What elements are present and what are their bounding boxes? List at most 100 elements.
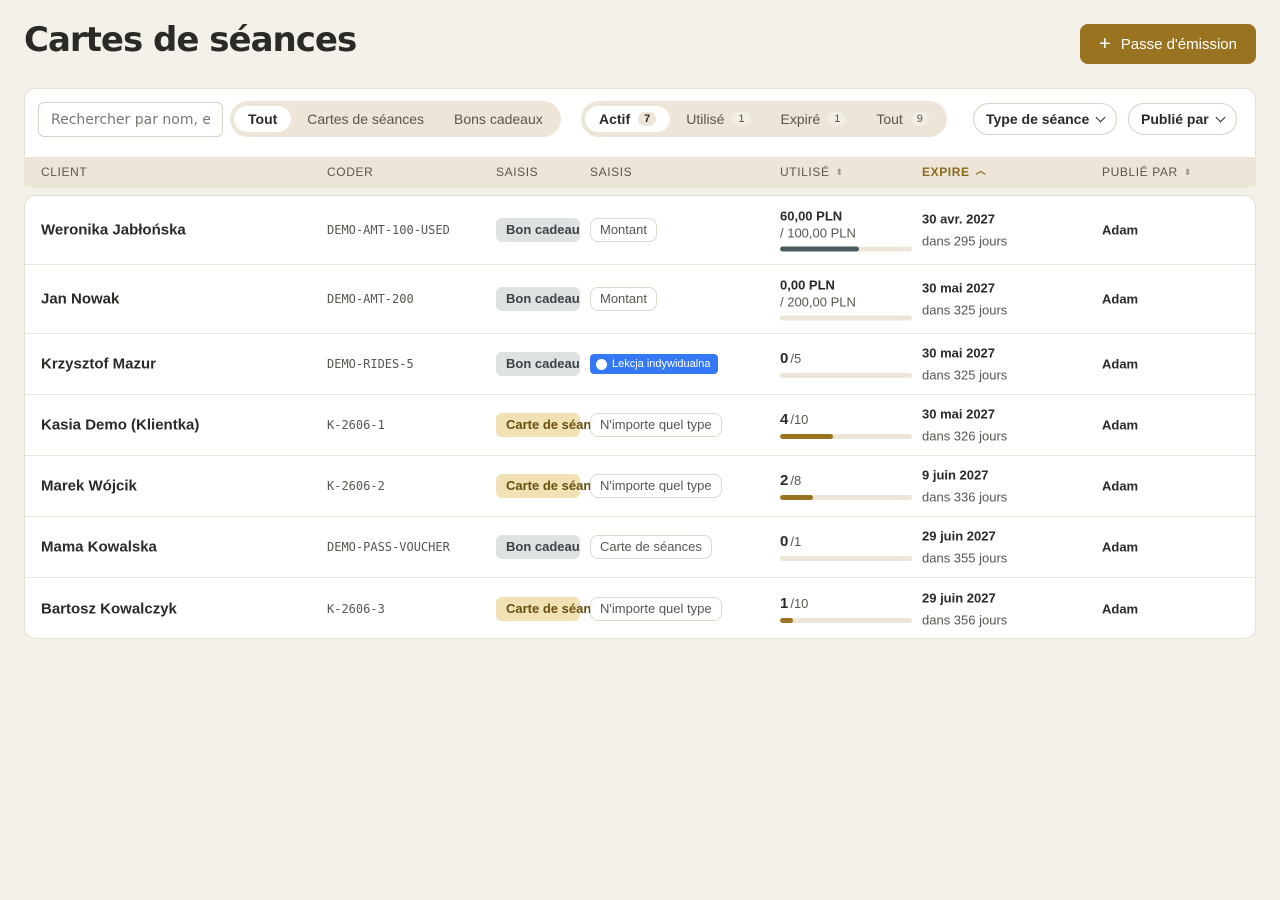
status-filter-used[interactable]: Utilisé 1 — [672, 106, 764, 132]
column-type: SAISIS — [496, 165, 538, 179]
used-of: /8 — [790, 473, 802, 488]
scope-chip: N'importe quel type — [590, 413, 722, 437]
pass-code: K-2606-2 — [327, 479, 385, 493]
pass-code: DEMO-RIDES-5 — [327, 357, 414, 371]
expiry-relative: dans 356 jours — [922, 612, 1008, 627]
type-filter-gift-vouchers[interactable]: Bons cadeaux — [440, 106, 557, 132]
table-row[interactable]: Weronika Jabłońska DEMO-AMT-100-USED Bon c… — [25, 196, 1255, 265]
chevron-down-icon — [1095, 112, 1106, 122]
client-name[interactable]: Marek Wójcik — [41, 478, 137, 495]
column-used[interactable]: UTILISÉ ⬍ — [780, 165, 844, 179]
type-badge: Bon cadeau — [496, 287, 580, 311]
status-filter-all[interactable]: Tout 9 — [862, 106, 943, 132]
sort-icon: ⬍ — [835, 166, 844, 177]
session-type-dropdown-label: Type de séance — [986, 111, 1090, 127]
session-type-dropdown[interactable]: Type de séance — [973, 103, 1118, 135]
published-by: Adam — [1102, 222, 1139, 238]
expiry-cell: 30 mai 2027 dans 326 jours — [922, 407, 1007, 444]
column-published-by-label: PUBLIÉ PAR — [1102, 165, 1178, 179]
published-by: Adam — [1102, 601, 1139, 616]
used-total: / 200,00 PLN — [780, 294, 856, 310]
used-amount: 0,00 PLN — [780, 277, 835, 293]
usage-progress-bar — [780, 617, 912, 623]
used-count: 0 — [780, 350, 789, 367]
scope-label: Lekcja indywidualna — [612, 358, 711, 370]
expiry-relative: dans 326 jours — [922, 428, 1008, 444]
pass-code: DEMO-AMT-200 — [327, 292, 414, 306]
usage-cell: 0/1 — [780, 533, 912, 561]
client-name[interactable]: Weronika Jabłońska — [41, 222, 186, 239]
type-filter-all-label: Tout — [248, 111, 278, 127]
type-badge: Bon cadeau — [496, 218, 580, 242]
used-count: 4 — [780, 411, 789, 428]
expiry-cell: 9 juin 2027 dans 336 jours — [922, 468, 1007, 505]
sort-icon: ⬍ — [1183, 166, 1192, 177]
status-filter-all-label: Tout — [876, 111, 903, 127]
column-published-by[interactable]: PUBLIÉ PAR ⬍ — [1102, 165, 1192, 179]
usage-progress-fill — [780, 246, 860, 252]
expiry-date: 30 mai 2027 — [922, 280, 996, 296]
search-input[interactable] — [38, 102, 223, 137]
expiry-cell: 30 mai 2027 dans 325 jours — [922, 346, 1007, 383]
table-header: CLIENT CODER SAISIS SAISIS UTILISÉ ⬍ EXPI… — [24, 157, 1256, 187]
used-total: / 100,00 PLN — [780, 225, 856, 241]
usage-cell: 4/10 — [780, 411, 912, 439]
used-of: /10 — [790, 595, 809, 611]
published-by: Adam — [1102, 356, 1139, 372]
expiry-date: 29 juin 2027 — [922, 590, 996, 605]
column-scope: SAISIS — [590, 165, 632, 179]
usage-progress-bar — [780, 556, 912, 561]
client-name[interactable]: Jan Nowak — [41, 291, 119, 308]
chevron-down-icon — [1215, 112, 1226, 122]
column-expires[interactable]: EXPIRE ︿ — [922, 165, 986, 179]
type-badge: Bon cadeau — [496, 352, 580, 376]
scope-chip: Montant — [590, 218, 657, 242]
published-by: Adam — [1102, 417, 1139, 433]
client-name[interactable]: Bartosz Kowalczyk — [41, 600, 177, 617]
scope-chip: N'importe quel type — [590, 474, 722, 498]
issue-pass-label: Passe d'émission — [1120, 35, 1237, 53]
column-code-label: CODER — [327, 165, 374, 179]
pass-code: K-2606-3 — [327, 601, 385, 616]
table-row[interactable]: Mama Kowalska DEMO-PASS-VOUCHER Bon cadeau… — [25, 517, 1255, 578]
client-name[interactable]: Kasia Demo (Klientka) — [41, 417, 199, 434]
table-row[interactable]: Jan Nowak DEMO-AMT-200 Bon cadeau Montant 0,… — [25, 265, 1255, 334]
client-name[interactable]: Krzysztof Mazur — [41, 356, 156, 373]
table-row[interactable]: Kasia Demo (Klientka) K-2606-1 Carte de sé… — [25, 395, 1255, 456]
scope-chip: Carte de séances — [590, 535, 712, 559]
type-badge: Bon cadeau — [496, 535, 580, 559]
usage-cell: 60,00 PLN/ 100,00 PLN — [780, 209, 912, 252]
usage-progress-bar — [780, 373, 912, 378]
scope-chip: N'importe quel type — [590, 596, 722, 621]
status-filter: Actif 7 Utilisé 1 Expiré 1 Tout 9 — [581, 101, 947, 137]
published-by: Adam — [1102, 291, 1139, 307]
status-count-badge: 1 — [828, 112, 847, 126]
passes-table: Weronika Jabłońska DEMO-AMT-100-USED Bon c… — [24, 195, 1256, 639]
status-filter-expired[interactable]: Expiré 1 — [767, 106, 861, 132]
expiry-date: 30 mai 2027 — [922, 406, 996, 422]
column-code: CODER — [327, 165, 373, 179]
used-count: 0 — [780, 533, 789, 550]
column-used-label: UTILISÉ — [780, 165, 830, 179]
used-count: 2 — [780, 472, 789, 489]
usage-cell: 0/5 — [780, 350, 912, 378]
expiry-cell: 29 juin 2027 dans 356 jours — [922, 590, 1007, 627]
usage-cell: 2/8 — [780, 472, 912, 500]
usage-progress-bar — [780, 495, 912, 500]
column-client-label: CLIENT — [41, 165, 88, 179]
expiry-date: 29 juin 2027 — [922, 528, 996, 544]
table-row[interactable]: Marek Wójcik K-2606-2 Carte de séances N'im… — [25, 456, 1255, 517]
type-filter-session-cards[interactable]: Cartes de séances — [293, 106, 438, 132]
client-name[interactable]: Mama Kowalska — [41, 539, 157, 556]
status-filter-active[interactable]: Actif 7 — [585, 106, 671, 132]
plus-icon: + — [1099, 33, 1111, 55]
status-count-badge: 7 — [638, 112, 657, 126]
table-row[interactable]: Krzysztof Mazur DEMO-RIDES-5 Bon cadeau Lek… — [25, 334, 1255, 395]
session-type-dot-icon — [596, 358, 607, 370]
expiry-date: 30 avr. 2027 — [922, 211, 996, 227]
table-row[interactable]: Bartosz Kowalczyk K-2606-3 Carte de séance… — [25, 578, 1255, 638]
type-filter-all[interactable]: Tout — [234, 106, 292, 132]
used-amount: 60,00 PLN — [780, 208, 843, 224]
issue-pass-button[interactable]: + Passe d'émission — [1080, 24, 1256, 64]
published-by-dropdown[interactable]: Publié par — [1128, 103, 1237, 135]
